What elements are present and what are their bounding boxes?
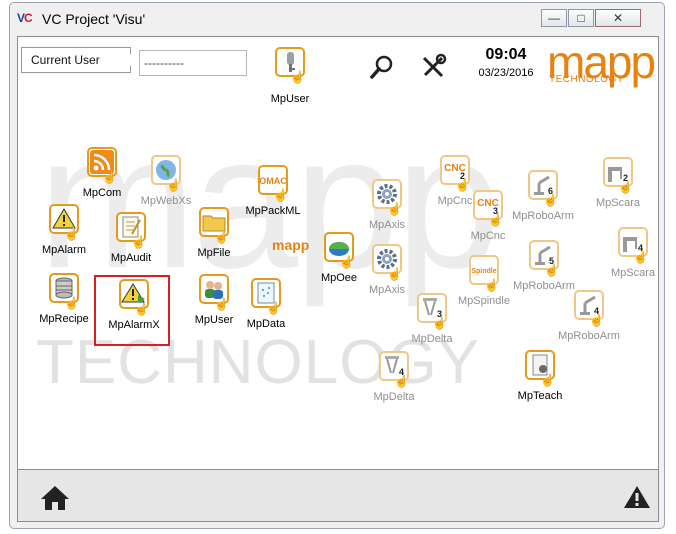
module-tile-mpscara[interactable]: 2 ☝ MpScara (572, 157, 658, 219)
module-tile-label: MpAxis (368, 219, 406, 231)
current-user-field[interactable]: ---------- (139, 50, 247, 76)
clock-date: 03/23/2016 (478, 67, 534, 79)
svg-text:Spindle: Spindle (471, 268, 496, 275)
touch-hand-icon: ☝ (394, 374, 409, 388)
clock-time: 09:04 (485, 46, 527, 63)
module-tile-mpdelta[interactable]: 4 ☝ MpDelta (348, 351, 440, 413)
touch-hand-icon: ☝ (484, 278, 499, 292)
touch-hand-icon: ☝ (543, 193, 558, 207)
module-tile-mpscara[interactable]: 4 ☝ MpScara (587, 227, 658, 289)
module-tile-mpalarmx[interactable]: ☝ MpAlarmX (88, 279, 180, 341)
module-tile-label: MpAudit (110, 252, 152, 264)
title-bar: VC VC Project 'Visu' — □ ✕ (10, 3, 664, 35)
touch-hand-icon: ☝ (589, 313, 604, 327)
touch-hand-icon: ☝ (134, 302, 149, 316)
touch-hand-icon: ☝ (131, 235, 146, 249)
window-title: VC Project 'Visu' (42, 11, 146, 27)
touch-hand-icon: ☝ (266, 301, 281, 315)
module-tile-label: MpData (246, 318, 286, 330)
module-tile-mpfile[interactable]: ☝ MpFile (168, 207, 260, 269)
mpuser-login-tile[interactable]: ☝ MpUser (244, 47, 336, 109)
current-user-label: Current User (21, 47, 131, 73)
module-tile-mpaudit[interactable]: ☝ MpAudit (85, 212, 177, 274)
touch-hand-icon: ☝ (633, 250, 648, 264)
alarm-warning-icon[interactable] (623, 484, 651, 512)
search-icon[interactable] (368, 53, 396, 81)
svg-text:OMAC: OMAC (260, 176, 286, 186)
touch-hand-icon: ☝ (432, 316, 447, 330)
module-tile-label: MpRoboArm (558, 330, 620, 342)
touch-hand-icon: ☝ (102, 170, 117, 184)
touch-hand-icon: ☝ (273, 188, 288, 202)
touch-hand-icon: ☝ (540, 373, 555, 387)
module-tile-label: MpDelta (411, 333, 453, 345)
touch-hand-icon: ☝ (387, 267, 402, 281)
touch-hand-icon: ☝ (290, 70, 305, 84)
minimize-button[interactable]: — (541, 9, 567, 27)
app-logo-icon: VC (17, 11, 33, 25)
tools-icon[interactable] (419, 53, 447, 81)
touch-hand-icon: ☝ (387, 202, 402, 216)
touch-hand-icon: ☝ (214, 230, 229, 244)
module-tile-label: MpFile (197, 247, 231, 259)
touch-hand-icon: ☝ (64, 227, 79, 241)
maximize-button[interactable]: □ (568, 9, 594, 27)
home-icon[interactable] (40, 484, 69, 512)
module-tile-label: MpScara (610, 267, 656, 279)
module-tile-label: MpScara (595, 197, 641, 209)
main-content: mapp TECHNOLOGY Current User ---------- … (17, 36, 659, 470)
mapp-logo-technology: TECHNOLOGY (549, 74, 625, 85)
touch-hand-icon: ☝ (544, 263, 559, 277)
close-button[interactable]: ✕ (595, 9, 641, 27)
module-tile-mpdelta[interactable]: 3 ☝ MpDelta (386, 293, 478, 355)
current-user-arrow (129, 53, 138, 67)
touch-hand-icon: ☝ (166, 178, 181, 192)
footer-bar (17, 470, 659, 522)
application-window: VC VC Project 'Visu' — □ ✕ mapp TECHNOLO… (9, 2, 665, 529)
module-tile-mpdata[interactable]: ☝ MpData (220, 278, 312, 340)
module-tile-mpteach[interactable]: ☝ MpTeach (494, 350, 586, 412)
module-tile-label: MpDelta (373, 391, 415, 403)
touch-hand-icon: ☝ (64, 296, 79, 310)
module-tile-label: MpTeach (517, 390, 563, 402)
module-tile-label: MpWebXs (140, 195, 192, 207)
touch-hand-icon: ☝ (618, 180, 633, 194)
module-tile-mproboarm[interactable]: 4 ☝ MpRoboArm (543, 290, 635, 352)
module-tile-label: MpAlarmX (108, 319, 160, 331)
mpuser-tool-label: MpUser (270, 93, 310, 105)
